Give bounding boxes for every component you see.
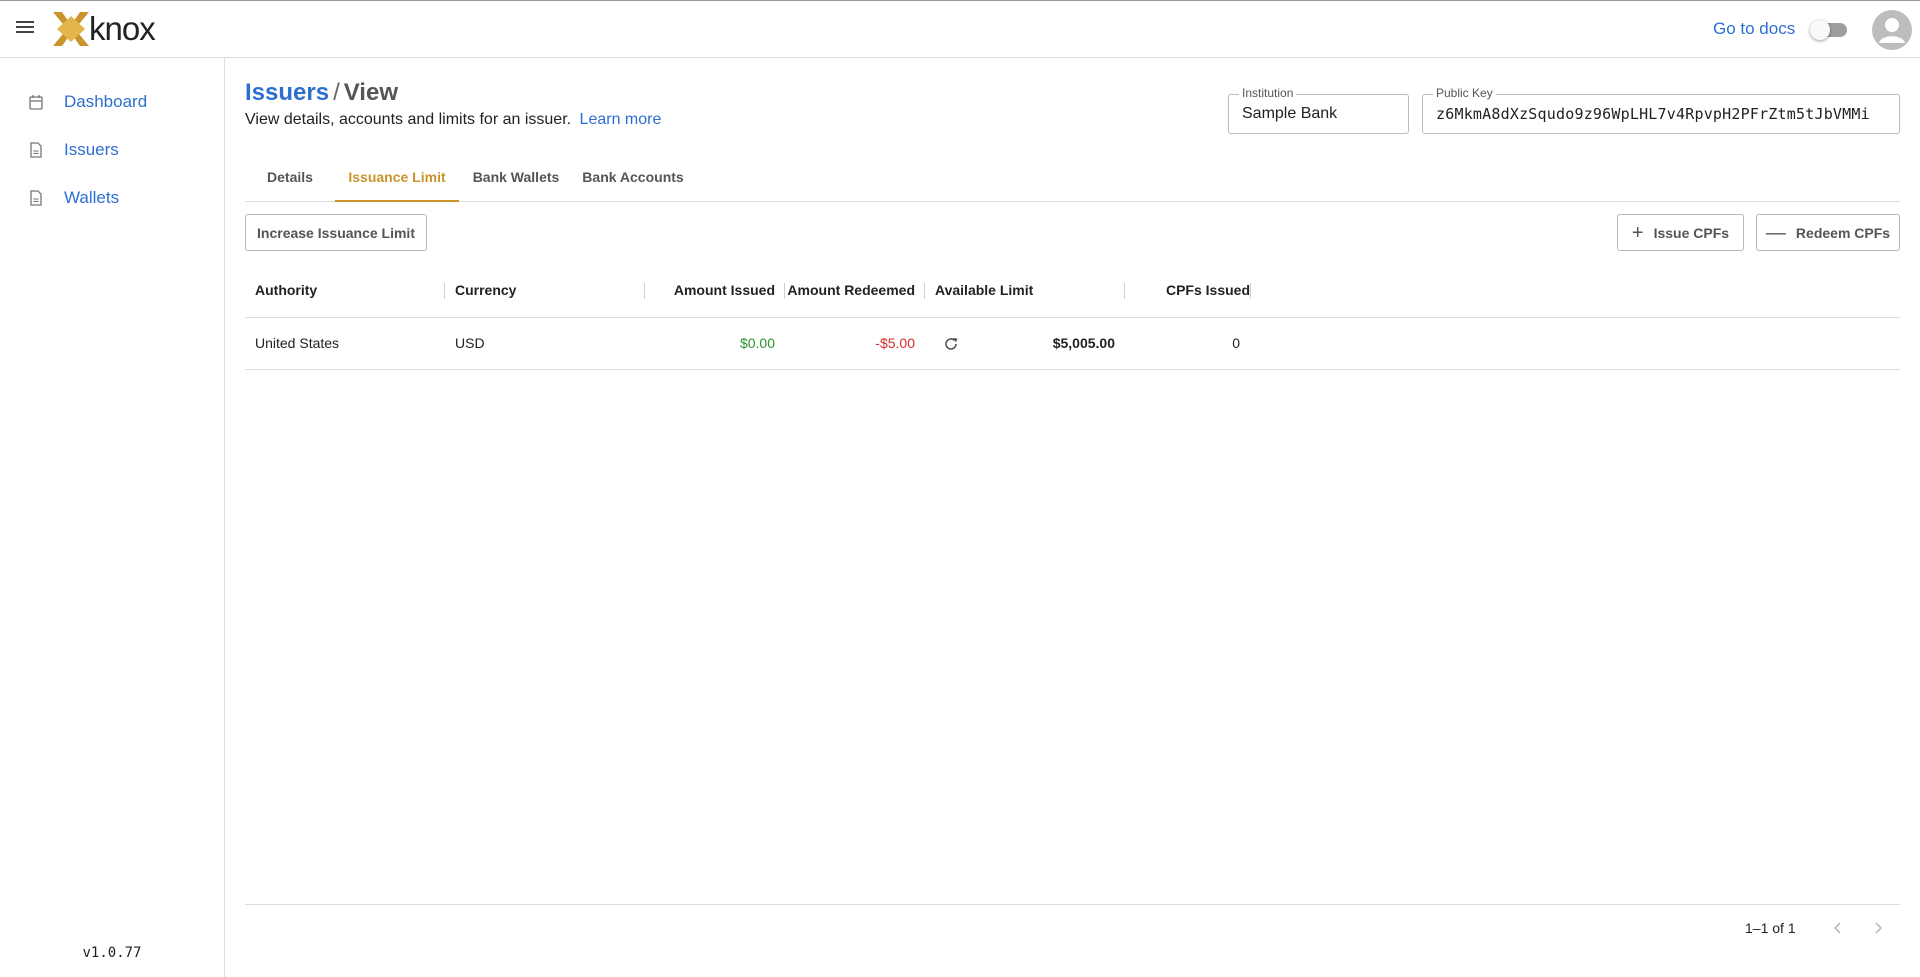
- sidebar-item-dashboard[interactable]: Dashboard: [0, 82, 224, 122]
- cell-currency: USD: [455, 335, 485, 351]
- tab-bar: Details Issuance Limit Bank Wallets Bank…: [245, 156, 1900, 202]
- page-subtitle: View details, accounts and limits for an…: [245, 111, 661, 129]
- column-header-available-limit[interactable]: Available Limit: [935, 268, 1033, 318]
- learn-more-link[interactable]: Learn more: [580, 111, 662, 128]
- subtitle-text: View details, accounts and limits for an…: [245, 111, 572, 128]
- sidebar-item-label: Dashboard: [64, 92, 148, 111]
- breadcrumb-issuers-link[interactable]: Issuers: [245, 79, 329, 106]
- column-header-amount-redeemed[interactable]: Amount Redeemed: [785, 268, 915, 318]
- redeem-cpfs-label: Redeem CPFs: [1795, 224, 1891, 241]
- public-key-field[interactable]: Public Key z6MkmA8dXzSqudo9z96WpLHL7v4Rp…: [1422, 86, 1900, 134]
- table-header: Authority Currency Amount Issued Amount …: [245, 268, 1900, 318]
- increase-issuance-limit-button[interactable]: Increase Issuance Limit: [245, 214, 427, 251]
- app-version: v1.0.77: [82, 945, 142, 961]
- plus-icon: +: [1631, 221, 1644, 244]
- sidebar-item-issuers[interactable]: Issuers: [0, 130, 224, 170]
- tab-bank-wallets[interactable]: Bank Wallets: [459, 156, 573, 202]
- breadcrumb-separator: /: [333, 79, 340, 106]
- table-footer-divider: [245, 904, 1900, 905]
- app-header: knox Go to docs: [0, 0, 1920, 58]
- column-header-currency[interactable]: Currency: [455, 268, 516, 318]
- cell-authority: United States: [255, 335, 340, 351]
- increase-limit-label: Increase Issuance Limit: [257, 224, 415, 241]
- issue-cpfs-label: Issue CPFs: [1653, 224, 1730, 241]
- tab-issuance-limit[interactable]: Issuance Limit: [335, 156, 459, 202]
- public-key-value: z6MkmA8dXzSqudo9z96WpLHL7v4RpvpH2PFrZtm5…: [1436, 105, 1870, 123]
- cell-cpfs-issued: 0: [1232, 335, 1240, 351]
- public-key-label: Public Key: [1433, 86, 1496, 100]
- institution-value: Sample Bank: [1242, 105, 1338, 122]
- sidebar-item-label: Issuers: [64, 140, 119, 159]
- tab-details[interactable]: Details: [245, 156, 335, 202]
- knox-logo-icon: [53, 12, 89, 46]
- toggle-knob: [1810, 20, 1830, 40]
- sidebar-item-label: Wallets: [64, 188, 120, 207]
- issue-cpfs-button[interactable]: + Issue CPFs: [1617, 214, 1744, 251]
- table-row[interactable]: United States USD $0.00 -$5.00 $5,005.00…: [245, 318, 1900, 370]
- brand-name: knox: [89, 10, 156, 47]
- column-header-cpfs-issued[interactable]: CPFs Issued: [1125, 268, 1250, 318]
- menu-icon[interactable]: [14, 18, 36, 40]
- sidebar-item-wallets[interactable]: Wallets: [0, 178, 224, 218]
- calendar-icon: [29, 95, 43, 110]
- cell-amount-redeemed: -$5.00: [875, 335, 915, 351]
- cell-amount-issued: $0.00: [739, 335, 775, 351]
- chevron-left-icon[interactable]: [1828, 918, 1848, 938]
- institution-field[interactable]: Institution Sample Bank: [1228, 86, 1409, 134]
- brand-logo[interactable]: knox: [53, 10, 156, 47]
- column-header-authority[interactable]: Authority: [255, 268, 317, 318]
- breadcrumb: Issuers / View: [245, 78, 398, 108]
- theme-toggle[interactable]: [1810, 20, 1847, 40]
- sidebar: Dashboard Issuers Wallets v1.0.77: [0, 58, 225, 977]
- issuance-limit-table: Authority Currency Amount Issued Amount …: [245, 268, 1900, 370]
- column-resize-handle[interactable]: [1250, 283, 1251, 299]
- chevron-right-icon[interactable]: [1868, 918, 1888, 938]
- breadcrumb-current: View: [343, 79, 398, 106]
- document-icon: [30, 142, 42, 158]
- column-resize-handle[interactable]: [924, 283, 925, 299]
- go-to-docs-link[interactable]: Go to docs: [1713, 19, 1795, 39]
- redeem-cpfs-button[interactable]: — Redeem CPFs: [1756, 214, 1900, 251]
- column-resize-handle[interactable]: [444, 283, 445, 299]
- minus-icon: —: [1765, 221, 1786, 244]
- column-header-amount-issued[interactable]: Amount Issued: [645, 268, 775, 318]
- institution-label: Institution: [1239, 86, 1297, 100]
- pagination-range: 1–1 of 1: [1745, 920, 1796, 936]
- tab-bank-accounts[interactable]: Bank Accounts: [573, 156, 693, 202]
- cell-available-limit: $5,005.00: [1052, 335, 1115, 351]
- document-icon: [30, 190, 42, 206]
- refresh-icon[interactable]: [943, 336, 959, 352]
- account-circle-icon[interactable]: [1872, 10, 1912, 50]
